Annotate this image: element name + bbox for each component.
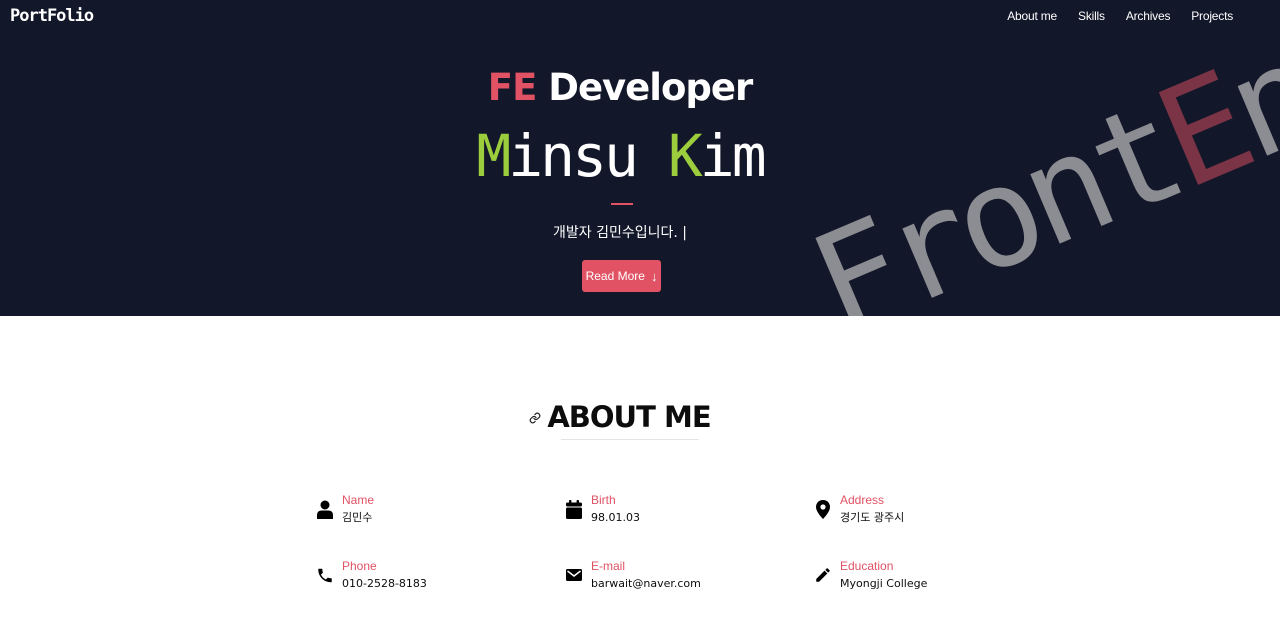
info-birth: Birth 98.01.03 — [565, 492, 640, 525]
name-end: im — [699, 122, 767, 190]
link-icon[interactable] — [529, 412, 541, 424]
hero-divider — [611, 203, 633, 205]
info-value: Myongji College — [840, 577, 928, 590]
hero-section: PortFolio About me Skills Archives Proje… — [0, 0, 1280, 316]
hero-title-rest: Developer — [536, 66, 753, 109]
info-email: E-mail barwait@naver.com — [565, 558, 701, 591]
info-label: Phone — [342, 559, 377, 573]
info-value: 김민수 — [342, 511, 373, 524]
nav-skills[interactable]: Skills — [1078, 9, 1105, 23]
hero-subtitle: 개발자 김민수입니다. | — [553, 225, 687, 241]
nav-about-me[interactable]: About me — [1007, 9, 1057, 23]
calendar-icon — [565, 499, 583, 519]
info-value: 경기도 광주시 — [840, 511, 905, 524]
brand-logo[interactable]: PortFolio — [10, 6, 94, 26]
info-address: Address 경기도 광주시 — [814, 492, 904, 525]
arrow-down-icon: ↓ — [650, 268, 658, 284]
nav-projects[interactable]: Projects — [1191, 9, 1233, 23]
info-label: Education — [840, 559, 894, 573]
nav-archives[interactable]: Archives — [1126, 9, 1171, 23]
name-highlight-m: M — [476, 122, 511, 190]
about-underline — [561, 439, 699, 440]
hero-title-accent: FE — [487, 66, 538, 109]
hero-title: FE Developer — [0, 66, 1240, 109]
info-value: 010-2528-8183 — [342, 577, 427, 590]
info-phone: Phone 010-2528-8183 — [316, 558, 427, 591]
info-name: Name 김민수 — [316, 492, 374, 525]
read-more-button[interactable]: Read More ↓ — [582, 260, 661, 292]
info-value: barwait@naver.com — [591, 577, 701, 590]
hero-name: Minsu Kim — [0, 122, 1240, 190]
info-value: 98.01.03 — [591, 511, 640, 524]
user-icon — [316, 499, 334, 519]
envelope-icon — [565, 565, 583, 585]
about-title: ABOUT ME — [547, 400, 711, 434]
info-label: E-mail — [591, 559, 626, 573]
name-middle: insu — [508, 122, 668, 190]
phone-icon — [316, 565, 334, 585]
about-header: ABOUT ME — [0, 400, 1240, 434]
name-highlight-k: K — [667, 122, 703, 190]
read-more-label: Read More — [585, 269, 645, 283]
pencil-icon — [814, 565, 832, 585]
info-education: Education Myongji College — [814, 558, 927, 591]
info-label: Address — [840, 493, 885, 507]
main-nav: About me Skills Archives Projects — [1007, 9, 1233, 23]
info-label: Birth — [591, 493, 616, 507]
info-label: Name — [342, 493, 375, 507]
map-marker-icon — [814, 499, 832, 519]
